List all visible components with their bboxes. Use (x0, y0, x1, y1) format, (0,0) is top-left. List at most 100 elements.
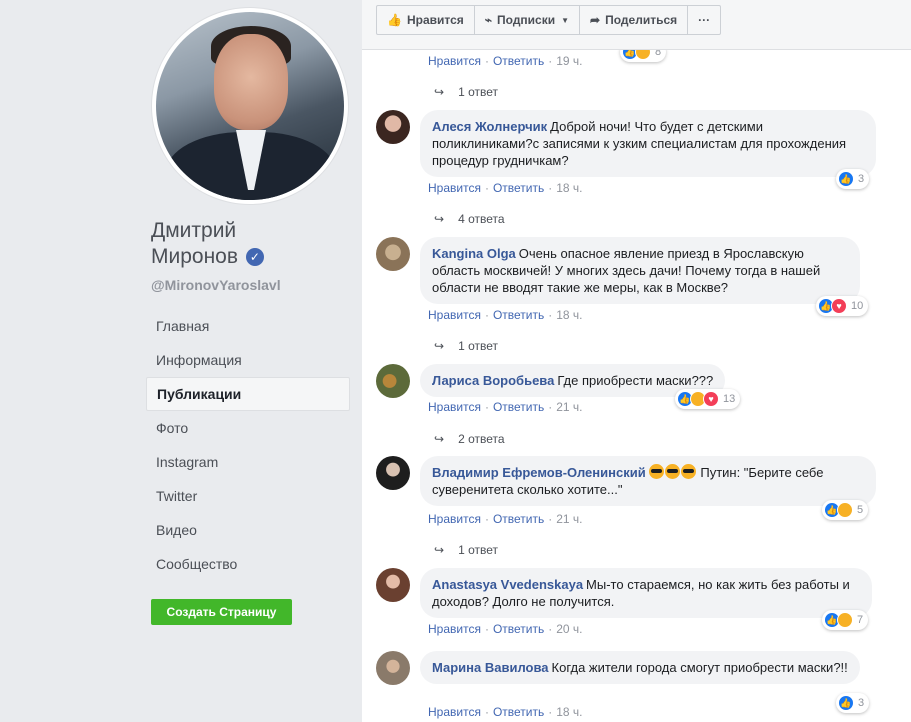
nav-item-posts[interactable]: Публикации (146, 377, 350, 411)
like-link[interactable]: Нравится (428, 622, 481, 636)
page-sidebar: Дмитрий Миронов ✓ @MironovYaroslavl Глав… (0, 0, 362, 722)
commenter-avatar[interactable] (376, 110, 410, 144)
more-button[interactable]: ··· (688, 6, 720, 34)
nav-item-instagram[interactable]: Instagram (146, 445, 350, 479)
reply-arrow-icon: ↪ (434, 85, 445, 99)
comment-time[interactable]: 18 ч. (556, 308, 582, 322)
nav-item-home[interactable]: Главная (146, 309, 350, 343)
comment-time[interactable]: 21 ч. (556, 400, 582, 414)
commenter-avatar[interactable] (376, 237, 410, 271)
nav-item-about[interactable]: Информация (146, 343, 350, 377)
comment-meta: Нравится · Ответить · 21 ч. (428, 512, 583, 526)
comments-list: Нравится · Ответить · 19 ч. 👍 8 ↪ 1 ответ Алес… (362, 0, 911, 722)
reply-link[interactable]: Ответить (493, 54, 544, 68)
love-icon: ♥ (831, 298, 847, 314)
comment-author[interactable]: Anastasya Vvedenskaya (432, 577, 583, 592)
more-dots-icon: ··· (698, 13, 711, 27)
like-link[interactable]: Нравится (428, 308, 481, 322)
reply-arrow-icon: ↪ (434, 339, 445, 353)
reply-arrow-icon: ↪ (434, 432, 445, 446)
view-replies[interactable]: ↪ 1 ответ (434, 339, 498, 353)
commenter-avatar[interactable] (376, 456, 410, 490)
comment-meta: Нравится · Ответить · 18 ч. (428, 705, 583, 719)
comment-time[interactable]: 20 ч. (556, 622, 582, 636)
comment-author[interactable]: Лариса Воробьева (432, 373, 554, 388)
comment-time[interactable]: 18 ч. (556, 181, 582, 195)
main-feed: Нравится · Ответить · 19 ч. 👍 8 ↪ 1 ответ Алес… (362, 0, 911, 722)
view-replies[interactable]: ↪ 1 ответ (434, 543, 498, 557)
like-page-button[interactable]: 👍 Нравится (377, 6, 475, 34)
comment-meta: Нравится · Ответить · 18 ч. (428, 308, 583, 322)
thumbs-up-icon: 👍 (387, 13, 402, 27)
page-handle[interactable]: @MironovYaroslavl (151, 277, 281, 293)
reply-link[interactable]: Ответить (493, 705, 544, 719)
comment-meta: Нравится · Ответить · 20 ч. (428, 622, 583, 636)
like-icon: 👍 (838, 171, 854, 187)
comment-bubble: Anastasya Vvedenskaya Мы-то стараемся, но… (420, 568, 872, 618)
comment-text: Когда жители города смогут приобрести ма… (551, 660, 848, 675)
view-replies[interactable]: ↪ 1 ответ (434, 85, 498, 99)
profile-picture[interactable] (152, 8, 348, 204)
like-icon: 👍 (838, 695, 854, 711)
reactions-summary[interactable]: 👍 ♥ 13 (675, 389, 741, 409)
comment-meta: Нравится · Ответить · 18 ч. (428, 181, 583, 195)
profile-photo (156, 12, 344, 200)
reply-link[interactable]: Ответить (493, 400, 544, 414)
love-icon: ♥ (703, 391, 719, 407)
verified-badge-icon: ✓ (245, 248, 264, 266)
reactions-summary[interactable]: 👍 3 (836, 169, 870, 189)
comment-meta: Нравится · Ответить · 19 ч. (428, 54, 583, 68)
comment-meta: Нравится · Ответить · 21 ч. (428, 400, 583, 414)
commenter-avatar[interactable] (376, 651, 410, 685)
comment-text: Где приобрести маски??? (557, 373, 714, 388)
sunglasses-emoji-icon (648, 464, 664, 479)
view-replies[interactable]: ↪ 4 ответа (434, 212, 505, 226)
reactions-summary[interactable]: 👍 7 (822, 610, 869, 630)
like-link[interactable]: Нравится (428, 512, 481, 526)
comment-time[interactable]: 21 ч. (556, 512, 582, 526)
reply-link[interactable]: Ответить (493, 512, 544, 526)
reply-arrow-icon: ↪ (434, 543, 445, 557)
reply-link[interactable]: Ответить (493, 308, 544, 322)
page-actions: 👍 Нравится ⌁ Подписки ▼ ➦ Поделиться ··· (376, 5, 722, 35)
share-arrow-icon: ➦ (590, 13, 601, 27)
like-link[interactable]: Нравится (428, 181, 481, 195)
sunglasses-emoji-icon (680, 464, 696, 479)
commenter-avatar[interactable] (376, 364, 410, 398)
view-replies[interactable]: ↪ 2 ответа (434, 432, 505, 446)
nav-item-videos[interactable]: Видео (146, 513, 350, 547)
wow-icon (837, 612, 853, 628)
share-button[interactable]: ➦ Поделиться (580, 6, 689, 34)
reply-link[interactable]: Ответить (493, 181, 544, 195)
nav-item-community[interactable]: Сообщество (146, 547, 350, 581)
reactions-summary[interactable]: 👍 ♥ 10 (816, 296, 869, 316)
page-title[interactable]: Дмитрий Миронов ✓ (151, 218, 264, 270)
chevron-down-icon: ▼ (561, 15, 570, 25)
comment-bubble: Алеся Жолнерчик Доброй ночи! Что будет с … (420, 110, 876, 177)
sunglasses-emoji-icon (664, 464, 680, 479)
comment-bubble: Марина Вавилова Когда жители города смогу… (420, 651, 860, 684)
comment-time[interactable]: 18 ч. (556, 705, 582, 719)
comment-author[interactable]: Алеся Жолнерчик (432, 119, 547, 134)
nav-item-photos[interactable]: Фото (146, 411, 350, 445)
commenter-avatar[interactable] (376, 568, 410, 602)
like-link[interactable]: Нравится (428, 400, 481, 414)
comment-author[interactable]: Марина Вавилова (432, 660, 549, 675)
reactions-summary[interactable]: 👍 3 (836, 693, 870, 713)
nav-item-twitter[interactable]: Twitter (146, 479, 350, 513)
comment-author[interactable]: Kangina Olga (432, 246, 516, 261)
comment-author[interactable]: Владимир Ефремов-Оленинский (432, 465, 646, 480)
haha-icon (837, 502, 853, 518)
comment-bubble: Владимир Ефремов-Оленинский Путин: "Бери… (420, 456, 876, 506)
create-page-button[interactable]: Создать Страницу (151, 599, 292, 625)
like-link[interactable]: Нравится (428, 705, 481, 719)
comment-time[interactable]: 19 ч. (556, 54, 582, 68)
reply-arrow-icon: ↪ (434, 212, 445, 226)
reactions-summary[interactable]: 👍 5 (822, 500, 869, 520)
reply-link[interactable]: Ответить (493, 622, 544, 636)
follow-button[interactable]: ⌁ Подписки ▼ (475, 6, 581, 34)
comment-bubble: Kangina Olga Очень опасное явление приезд… (420, 237, 860, 304)
page-action-bar: 👍 Нравится ⌁ Подписки ▼ ➦ Поделиться ··· (362, 0, 911, 50)
like-link[interactable]: Нравится (428, 54, 481, 68)
rss-icon: ⌁ (484, 13, 493, 27)
